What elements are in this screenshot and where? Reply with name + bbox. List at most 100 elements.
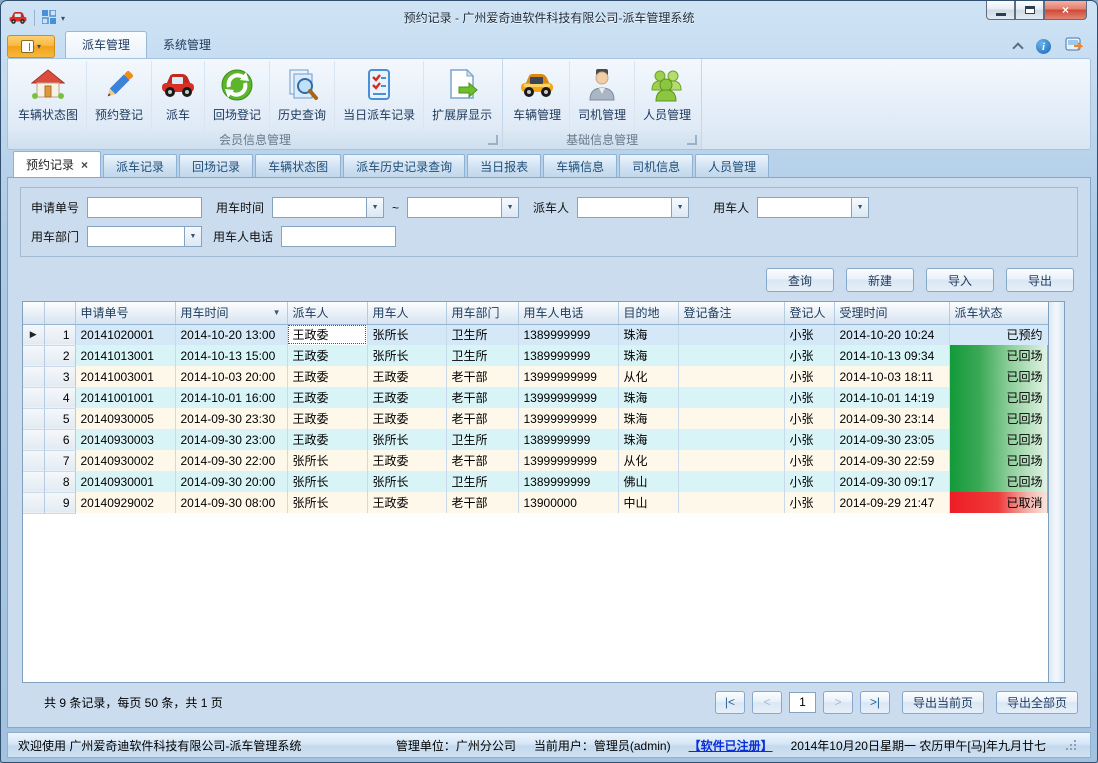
cell-dispatcher[interactable]: 王政委	[287, 387, 367, 408]
cell-user[interactable]: 王政委	[367, 450, 446, 471]
cell-remark[interactable]	[678, 450, 784, 471]
application-menu-button[interactable]: ▾	[7, 35, 55, 58]
license-registered-link[interactable]: 【软件已注册】	[689, 737, 773, 754]
cell-dept[interactable]: 老干部	[446, 450, 518, 471]
cell-order_no[interactable]: 20140929002	[75, 492, 175, 513]
cell-user[interactable]: 张所长	[367, 324, 446, 345]
cell-order_no[interactable]: 20140930005	[75, 408, 175, 429]
cell-dept[interactable]: 老干部	[446, 387, 518, 408]
resize-grip[interactable]	[1066, 740, 1076, 750]
column-header-user[interactable]: 用车人	[367, 302, 446, 324]
cell-dest[interactable]: 珠海	[618, 387, 678, 408]
next-page-button[interactable]: >	[823, 691, 853, 714]
dialog-launcher-icon[interactable]	[488, 135, 498, 145]
cell-phone[interactable]: 13999999999	[518, 366, 618, 387]
column-header-phone[interactable]: 用车人电话	[518, 302, 618, 324]
dispatcher-combo[interactable]: ▼	[577, 197, 689, 218]
column-header-marker[interactable]	[23, 302, 44, 324]
cell-remark[interactable]	[678, 492, 784, 513]
cell-registrar[interactable]: 小张	[784, 450, 834, 471]
return-register-button[interactable]: 回场登记	[205, 61, 270, 130]
column-header-remark[interactable]: 登记备注	[678, 302, 784, 324]
document-tab[interactable]: 人员管理	[695, 154, 769, 177]
cell-accept_time[interactable]: 2014-09-29 21:47	[834, 492, 949, 513]
column-header-accept_time[interactable]: 受理时间	[834, 302, 949, 324]
cell-order_no[interactable]: 20141003001	[75, 366, 175, 387]
close-button[interactable]: ×	[1044, 1, 1087, 20]
cell-accept_time[interactable]: 2014-09-30 23:14	[834, 408, 949, 429]
cell-dispatcher[interactable]: 张所长	[287, 492, 367, 513]
vehicle-status-map-button[interactable]: 车辆状态图	[10, 61, 87, 130]
cell-dept[interactable]: 卫生所	[446, 471, 518, 492]
cell-use_time[interactable]: 2014-09-30 22:00	[175, 450, 287, 471]
cell-dest[interactable]: 佛山	[618, 471, 678, 492]
cell-registrar[interactable]: 小张	[784, 324, 834, 345]
ribbon-tab-dispatch[interactable]: 派车管理	[65, 31, 147, 58]
chevron-down-icon[interactable]: ▼	[851, 197, 869, 218]
chevron-down-icon[interactable]: ▼	[366, 197, 384, 218]
cell-dispatcher[interactable]: 王政委	[287, 366, 367, 387]
cell-order_no[interactable]: 20141020001	[75, 324, 175, 345]
help-icon[interactable]	[1065, 37, 1083, 56]
export-all-pages-button[interactable]: 导出全部页	[996, 691, 1078, 714]
cell-dispatcher[interactable]: 王政委	[287, 429, 367, 450]
column-header-dept[interactable]: 用车部门	[446, 302, 518, 324]
cell-registrar[interactable]: 小张	[784, 366, 834, 387]
column-header-num[interactable]	[44, 302, 75, 324]
cell-dest[interactable]: 中山	[618, 492, 678, 513]
extended-screen-button[interactable]: 扩展屏显示	[424, 61, 500, 130]
minimize-button[interactable]	[986, 1, 1015, 20]
order-no-input[interactable]	[87, 197, 202, 218]
last-page-button[interactable]: >|	[860, 691, 890, 714]
first-page-button[interactable]: |<	[715, 691, 745, 714]
document-tab[interactable]: 车辆状态图	[255, 154, 341, 177]
document-tab[interactable]: 回场记录	[179, 154, 253, 177]
cell-use_time[interactable]: 2014-10-13 15:00	[175, 345, 287, 366]
cell-remark[interactable]	[678, 366, 784, 387]
column-header-registrar[interactable]: 登记人	[784, 302, 834, 324]
column-header-dest[interactable]: 目的地	[618, 302, 678, 324]
cell-phone[interactable]: 1389999999	[518, 324, 618, 345]
cell-user[interactable]: 王政委	[367, 387, 446, 408]
column-header-order_no[interactable]: 申请单号	[75, 302, 175, 324]
cell-dept[interactable]: 老干部	[446, 408, 518, 429]
export-current-page-button[interactable]: 导出当前页	[902, 691, 984, 714]
cell-order_no[interactable]: 20140930001	[75, 471, 175, 492]
cell-registrar[interactable]: 小张	[784, 345, 834, 366]
cell-phone[interactable]: 13999999999	[518, 450, 618, 471]
phone-input[interactable]	[281, 226, 396, 247]
ribbon-tab-system[interactable]: 系统管理	[147, 32, 227, 58]
cell-user[interactable]: 王政委	[367, 366, 446, 387]
cell-dispatcher[interactable]: 张所长	[287, 471, 367, 492]
import-button[interactable]: 导入	[926, 268, 994, 292]
cell-dest[interactable]: 珠海	[618, 324, 678, 345]
cell-remark[interactable]	[678, 324, 784, 345]
dialog-launcher-icon[interactable]	[687, 135, 697, 145]
cell-remark[interactable]	[678, 429, 784, 450]
history-query-button[interactable]: 历史查询	[270, 61, 335, 130]
create-button[interactable]: 新建	[846, 268, 914, 292]
cell-remark[interactable]	[678, 345, 784, 366]
user-combo[interactable]: ▼	[757, 197, 869, 218]
cell-accept_time[interactable]: 2014-09-30 23:05	[834, 429, 949, 450]
use-time-from-combo[interactable]: ▼	[272, 197, 384, 218]
table-row[interactable]: 9201409290022014-09-30 08:00张所长王政委老干部139…	[23, 492, 1048, 513]
cell-dest[interactable]: 从化	[618, 450, 678, 471]
cell-user[interactable]: 王政委	[367, 492, 446, 513]
cell-use_time[interactable]: 2014-10-01 16:00	[175, 387, 287, 408]
cell-phone[interactable]: 1389999999	[518, 345, 618, 366]
cell-dest[interactable]: 珠海	[618, 429, 678, 450]
cell-accept_time[interactable]: 2014-10-03 18:11	[834, 366, 949, 387]
vertical-scrollbar[interactable]	[1049, 301, 1065, 683]
cell-accept_time[interactable]: 2014-10-01 14:19	[834, 387, 949, 408]
table-row[interactable]: 3201410030012014-10-03 20:00王政委王政委老干部139…	[23, 366, 1048, 387]
document-tab[interactable]: 派车历史记录查询	[343, 154, 465, 177]
cell-dispatcher[interactable]: 王政委	[287, 324, 367, 345]
prev-page-button[interactable]: <	[752, 691, 782, 714]
document-tab[interactable]: 当日报表	[467, 154, 541, 177]
cell-dept[interactable]: 老干部	[446, 366, 518, 387]
cell-use_time[interactable]: 2014-10-20 13:00	[175, 324, 287, 345]
dispatch-button[interactable]: 派车	[152, 61, 205, 130]
cell-registrar[interactable]: 小张	[784, 387, 834, 408]
table-row[interactable]: 8201409300012014-09-30 20:00张所长张所长卫生所138…	[23, 471, 1048, 492]
